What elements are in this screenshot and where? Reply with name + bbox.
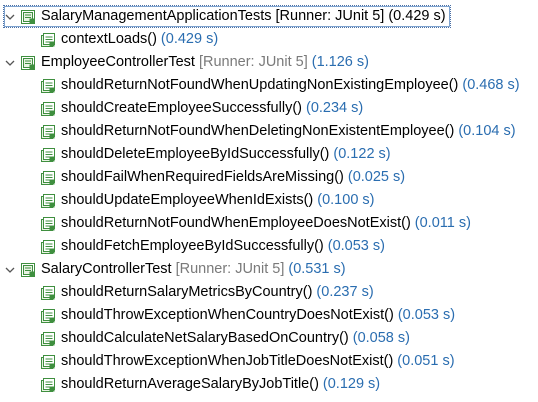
test-passed-icon [40, 78, 56, 94]
suite-name: EmployeeControllerTest [41, 54, 195, 70]
test-row[interactable]: shouldReturnNotFoundWhenEmployeeDoesNotE… [0, 212, 538, 235]
test-passed-icon [40, 101, 56, 117]
suite-row-salary-management-application-tests[interactable]: SalaryManagementApplicationTests [Runner… [0, 5, 538, 28]
test-time: (0.053 s) [397, 307, 456, 323]
test-passed-icon [40, 331, 56, 347]
test-suite-passed-icon [20, 9, 36, 25]
test-time: (0.129 s) [322, 376, 381, 392]
test-time: (0.025 s) [347, 169, 406, 185]
test-time: (0.234 s) [305, 100, 364, 116]
test-row[interactable]: shouldThrowExceptionWhenJobTitleDoesNotE… [0, 350, 538, 373]
test-name: shouldReturnNotFoundWhenDeletingNonExist… [61, 123, 455, 139]
suite-time: (0.429 s) [388, 8, 446, 24]
test-row[interactable]: shouldFailWhenRequiredFieldsAreMissing()… [0, 166, 538, 189]
test-time: (0.100 s) [317, 192, 375, 208]
test-row[interactable]: contextLoads() (0.429 s) [0, 28, 538, 51]
test-passed-icon [40, 193, 56, 209]
suite-name: SalaryManagementApplicationTests [41, 8, 272, 24]
test-time: (0.429 s) [160, 31, 219, 47]
chevron-down-icon[interactable] [4, 264, 16, 276]
test-name: shouldFetchEmployeeByIdSuccessfully() [61, 238, 324, 254]
test-row[interactable]: shouldUpdateEmployeeWhenIdExists() (0.100… [0, 189, 538, 212]
test-time: (0.237 s) [316, 284, 374, 300]
test-row[interactable]: shouldCreateEmployeeSuccessfully() (0.234… [0, 97, 538, 120]
suite-runner: [Runner: JUnit 5] [275, 8, 385, 24]
test-time: (0.058 s) [352, 330, 410, 346]
test-name: shouldReturnAverageSalaryByJobTitle() [61, 376, 319, 392]
suite-runner: [Runner: JUnit 5] [198, 54, 308, 70]
suite-time: (0.531 s) [288, 261, 346, 277]
suite-row-employee-controller-test[interactable]: EmployeeControllerTest [Runner: JUnit 5]… [0, 51, 538, 74]
test-name: shouldReturnSalaryMetricsByCountry() [61, 284, 313, 300]
test-row[interactable]: shouldDeleteEmployeeByIdSuccessfully() (0… [0, 143, 538, 166]
junit-test-tree: SalaryManagementApplicationTests [Runner… [0, 0, 538, 402]
test-name: shouldReturnNotFoundWhenEmployeeDoesNotE… [61, 215, 411, 231]
test-passed-icon [40, 124, 56, 140]
test-row[interactable]: shouldThrowExceptionWhenCountryDoesNotEx… [0, 304, 538, 327]
test-passed-icon [40, 170, 56, 186]
test-name: shouldFailWhenRequiredFieldsAreMissing() [61, 169, 344, 185]
test-passed-icon [40, 354, 56, 370]
chevron-down-icon[interactable] [4, 57, 16, 69]
test-passed-icon [40, 147, 56, 163]
suite-name: SalaryControllerTest [41, 261, 172, 277]
test-name: shouldThrowExceptionWhenCountryDoesNotEx… [61, 307, 394, 323]
test-name: shouldCalculateNetSalaryBasedOnCountry() [61, 330, 349, 346]
test-row[interactable]: shouldReturnNotFoundWhenUpdatingNonExist… [0, 74, 538, 97]
test-passed-icon [40, 32, 56, 48]
test-row[interactable]: shouldReturnAverageSalaryByJobTitle() (0.… [0, 373, 538, 396]
suite-runner: [Runner: JUnit 5] [175, 261, 285, 277]
test-passed-icon [40, 285, 56, 301]
test-passed-icon [40, 216, 56, 232]
test-time: (0.122 s) [333, 146, 391, 162]
test-name: shouldCreateEmployeeSuccessfully() [61, 100, 302, 116]
test-row[interactable]: shouldCalculateNetSalaryBasedOnCountry()… [0, 327, 538, 350]
test-name: contextLoads() [61, 31, 157, 47]
test-suite-passed-icon [20, 55, 36, 71]
chevron-down-icon[interactable] [4, 11, 16, 23]
test-row[interactable]: shouldReturnSalaryMetricsByCountry() (0.2… [0, 281, 538, 304]
test-time: (0.011 s) [414, 215, 471, 231]
test-suite-passed-icon [20, 262, 36, 278]
suite-row-salary-controller-test[interactable]: SalaryControllerTest [Runner: JUnit 5] (… [0, 258, 538, 281]
test-name: shouldDeleteEmployeeByIdSuccessfully() [61, 146, 330, 162]
test-row[interactable]: shouldReturnNotFoundWhenDeletingNonExist… [0, 120, 538, 143]
test-name: shouldThrowExceptionWhenJobTitleDoesNotE… [61, 353, 394, 369]
test-row[interactable]: shouldFetchEmployeeByIdSuccessfully() (0.… [0, 235, 538, 258]
test-time: (0.051 s) [397, 353, 455, 369]
test-passed-icon [40, 377, 56, 393]
test-passed-icon [40, 239, 56, 255]
test-name: shouldReturnNotFoundWhenUpdatingNonExist… [61, 77, 459, 93]
test-passed-icon [40, 308, 56, 324]
test-time: (0.468 s) [462, 77, 520, 93]
suite-time: (1.126 s) [311, 54, 369, 70]
test-name: shouldUpdateEmployeeWhenIdExists() [61, 192, 314, 208]
test-time: (0.104 s) [458, 123, 516, 139]
test-time: (0.053 s) [327, 238, 385, 254]
